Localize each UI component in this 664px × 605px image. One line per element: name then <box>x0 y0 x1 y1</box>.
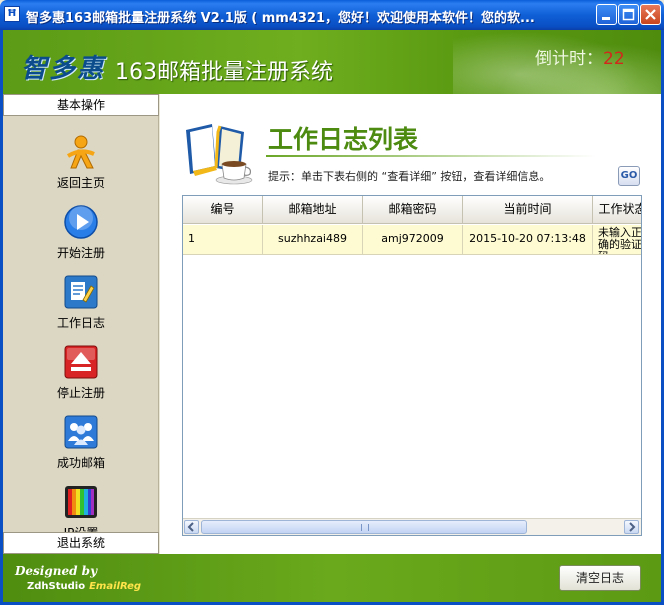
minimize-icon <box>602 17 610 20</box>
brand-name: EmailReg <box>89 581 142 592</box>
scroll-left-button[interactable] <box>184 520 199 534</box>
arrow-left-icon <box>187 522 194 532</box>
page-title: 工作日志列表 <box>268 125 419 154</box>
brand-logo: 智多惠 <box>21 54 106 84</box>
sidebar-item-success-mail[interactable]: 成功邮箱 <box>3 404 159 470</box>
sidebar-item-label: 工作日志 <box>56 316 105 330</box>
cell-status: 未输入正确的验证码。 <box>593 225 641 255</box>
color-bars-icon <box>65 486 97 518</box>
sidebar: 基本操作 返回主页 开始注册 工作日志 停止注册 成功邮箱 退出系统 <box>3 94 159 554</box>
cell-password: amj972009 <box>363 225 463 255</box>
table-header: 编号 邮箱地址 邮箱密码 当前时间 工作状态 <box>183 196 641 224</box>
minimize-button[interactable] <box>596 4 617 25</box>
cell-email: suzhhzai489 <box>263 225 363 255</box>
sidebar-item-label: 返回主页 <box>56 176 105 190</box>
users-icon <box>64 415 98 449</box>
sidebar-item-label: 成功邮箱 <box>56 456 105 470</box>
sidebar-section-exit[interactable]: 退出系统 <box>3 532 159 554</box>
column-header-id[interactable]: 编号 <box>183 196 263 224</box>
close-icon <box>645 9 656 20</box>
sidebar-item-start[interactable]: 开始注册 <box>3 194 159 260</box>
sidebar-item-log[interactable]: 工作日志 <box>3 264 159 330</box>
sidebar-section-basic[interactable]: 基本操作 <box>3 94 159 116</box>
window-title: 智多惠163邮箱批量注册系统 V2.1版 ( mm4321，您好！欢迎使用本软件… <box>26 11 535 26</box>
column-header-email[interactable]: 邮箱地址 <box>263 196 363 224</box>
countdown-value: 22 <box>603 49 625 69</box>
go-button[interactable]: GO <box>618 166 640 186</box>
sidebar-item-home[interactable]: 返回主页 <box>3 124 159 190</box>
sidebar-item-label: IP设置 <box>3 524 159 532</box>
scroll-right-button[interactable] <box>624 520 639 534</box>
maximize-button[interactable] <box>618 4 639 25</box>
column-header-password[interactable]: 邮箱密码 <box>363 196 463 224</box>
studio-credit: ZdhStudio EmailReg <box>27 581 141 592</box>
horizontal-scrollbar[interactable] <box>183 518 641 535</box>
title-bar[interactable]: Ħ 智多惠163邮箱批量注册系统 V2.1版 ( mm4321，您好！欢迎使用本… <box>0 0 664 30</box>
cell-time: 2015-10-20 07:13:48 <box>463 225 593 255</box>
hint-text: 提示：单击下表右侧的 “查看详细” 按钮，查看详细信息。 <box>268 170 551 183</box>
play-icon <box>64 205 98 239</box>
scroll-grip <box>361 524 369 531</box>
log-icon <box>64 275 98 309</box>
main-panel: 工作日志列表 提示：单击下表右侧的 “查看详细” 按钮，查看详细信息。 GO 编… <box>160 94 661 554</box>
app-title: 163邮箱批量注册系统 <box>115 60 333 85</box>
arrow-right-icon <box>629 522 636 532</box>
eject-icon <box>64 345 98 379</box>
cell-id: 1 <box>183 225 263 255</box>
column-header-time[interactable]: 当前时间 <box>463 196 593 224</box>
sidebar-item-label: 停止注册 <box>56 386 105 400</box>
book-coffee-icon <box>186 124 253 185</box>
header-banner: 智多惠 163邮箱批量注册系统 倒计时：22 <box>3 30 661 94</box>
sidebar-item-ip-settings[interactable]: IP设置 <box>3 474 159 532</box>
log-table[interactable]: 编号 邮箱地址 邮箱密码 当前时间 工作状态 1 suzhhzai489 amj… <box>182 195 642 536</box>
table-row[interactable]: 1 suzhhzai489 amj972009 2015-10-20 07:13… <box>183 225 641 255</box>
countdown-label: 倒计时： <box>535 49 603 69</box>
countdown: 倒计时：22 <box>535 44 625 69</box>
home-figure-icon <box>66 135 95 169</box>
column-header-status[interactable]: 工作状态 <box>593 196 641 224</box>
designed-by-label: Designed by <box>15 564 98 578</box>
footer: Designed by ZdhStudio EmailReg 清空日志 <box>3 554 661 602</box>
app-icon[interactable]: Ħ <box>4 6 20 22</box>
title-divider <box>266 155 596 157</box>
sidebar-list[interactable]: 返回主页 开始注册 工作日志 停止注册 成功邮箱 <box>3 116 159 532</box>
sidebar-item-label: 开始注册 <box>56 246 105 260</box>
studio-name: ZdhStudio <box>27 581 86 592</box>
clear-log-button[interactable]: 清空日志 <box>559 565 641 591</box>
close-button[interactable] <box>640 4 661 25</box>
maximize-icon <box>622 8 635 21</box>
sidebar-item-stop[interactable]: 停止注册 <box>3 334 159 400</box>
scroll-thumb[interactable] <box>201 520 527 534</box>
